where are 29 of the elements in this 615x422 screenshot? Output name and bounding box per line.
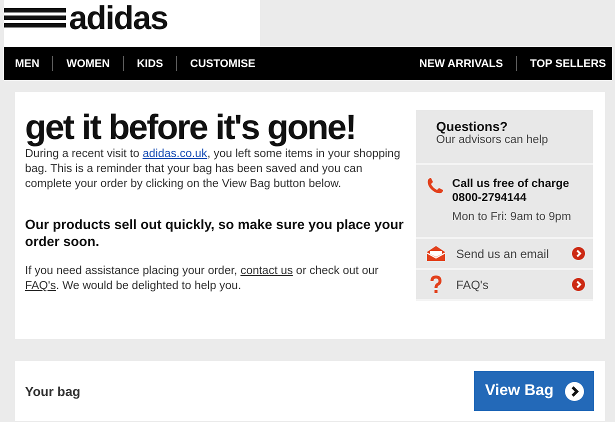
nav-link[interactable]: WOMEN (66, 58, 110, 70)
chevron-icon (572, 278, 585, 292)
headline: get it before it's gone! (25, 110, 357, 145)
chevron-icon (572, 247, 585, 260)
chevron-icon (565, 382, 584, 400)
stripes-icon (4, 8, 66, 28)
text-link[interactable]: FAQ's (25, 280, 56, 292)
nav-link[interactable]: TOP SELLERS (530, 58, 606, 70)
phone-icon (426, 177, 444, 196)
intro-paragraph: During a recent visit to adidas.co.uk, you left some items in your shopping bag. This is a reminder that your bag has been saved and you can complete your order by clicking on the View Bag button below. (25, 147, 402, 192)
nav-link[interactable]: NEW ARRIVALS (419, 58, 503, 70)
view-bag-button[interactable]: View Bag (474, 371, 594, 411)
phone-title: Call us free of charge (452, 177, 570, 192)
text-link[interactable]: contact us (240, 265, 293, 277)
nav-link[interactable]: MEN (15, 58, 40, 70)
bag-title: Your bag (25, 384, 80, 398)
help-paragraph: If you need assistance placing your order, contact us or check out our FAQ's. We would be delighted to help you. (25, 264, 380, 294)
site-link[interactable]: adidas.co.uk (142, 148, 208, 160)
nav-link[interactable]: KIDS (136, 58, 164, 70)
support-link[interactable]: FAQ's (416, 270, 593, 301)
logo-text: adidas (69, 1, 168, 34)
support-title: Questions? (436, 119, 509, 134)
urgency-text: Our products sell out quickly, so make sure you place your order soon. (25, 216, 405, 250)
support-subtitle: Our advisors can help (436, 134, 550, 146)
nav-link[interactable]: CUSTOMISE (190, 58, 256, 70)
phone-number: 0800-2794144 (452, 191, 528, 206)
support-link[interactable]: Send us an email (416, 239, 593, 270)
opening-hours: Mon to Fri: 9am to 9pm (452, 211, 572, 224)
envelope-icon (426, 245, 446, 262)
